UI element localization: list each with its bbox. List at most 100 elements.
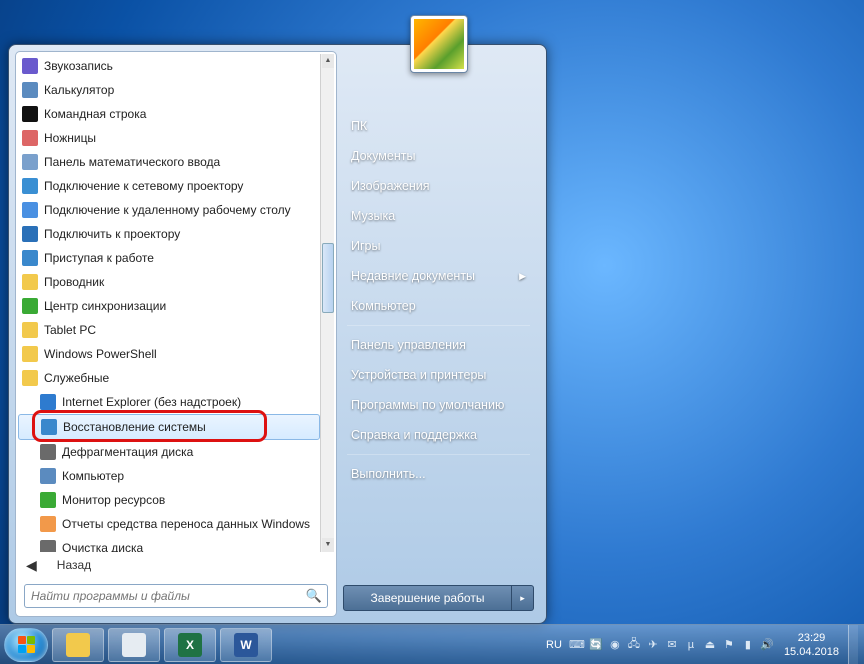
program-label: Панель математического ввода xyxy=(44,155,220,169)
right-panel-label: Музыка xyxy=(351,209,395,223)
program-icon xyxy=(40,540,56,552)
program-item[interactable]: Звукозапись xyxy=(18,54,320,78)
program-item[interactable]: Командная строка xyxy=(18,102,320,126)
program-icon xyxy=(41,419,57,435)
program-item[interactable]: Проводник xyxy=(18,270,320,294)
right-panel-item[interactable]: Документы xyxy=(337,141,540,171)
start-button[interactable] xyxy=(4,628,48,662)
taskbar-app-word[interactable]: W xyxy=(220,628,272,662)
word-icon: W xyxy=(234,633,258,657)
right-panel-item[interactable]: Недавние документы▶ xyxy=(337,261,540,291)
right-panel-label: Недавние документы xyxy=(351,269,475,283)
program-item[interactable]: Центр синхронизации xyxy=(18,294,320,318)
right-panel-label: Изображения xyxy=(351,179,430,193)
program-icon xyxy=(22,346,38,362)
scroll-down-arrow[interactable]: ▼ xyxy=(322,538,334,552)
program-item[interactable]: Подключить к проектору xyxy=(18,222,320,246)
program-item[interactable]: Восстановление системы xyxy=(18,414,320,440)
right-panel-label: Панель управления xyxy=(351,338,466,352)
back-button[interactable]: ◀ Назад xyxy=(18,552,334,578)
explorer-icon xyxy=(66,633,90,657)
shutdown-options-button[interactable]: ▸ xyxy=(512,585,534,611)
windows-logo-icon xyxy=(18,636,35,653)
shutdown-button[interactable]: Завершение работы xyxy=(343,585,512,611)
sync-icon[interactable]: 🔄 xyxy=(588,637,604,653)
program-item[interactable]: Служебные xyxy=(18,366,320,390)
language-indicator[interactable]: RU xyxy=(546,639,562,651)
program-item[interactable]: Очистка диска xyxy=(18,536,320,552)
show-desktop-button[interactable] xyxy=(848,625,858,664)
search-input[interactable] xyxy=(24,584,328,608)
program-label: Проводник xyxy=(44,275,104,289)
separator xyxy=(347,325,530,326)
taskbar-app-notepad[interactable] xyxy=(108,628,160,662)
separator xyxy=(347,454,530,455)
right-panel-item[interactable]: Изображения xyxy=(337,171,540,201)
program-icon xyxy=(22,58,38,74)
program-item[interactable]: Монитор ресурсов xyxy=(18,488,320,512)
scroll-thumb[interactable] xyxy=(322,243,334,313)
right-panel-label: Устройства и принтеры xyxy=(351,368,486,382)
right-panel-item[interactable]: ПК xyxy=(337,111,540,141)
volume-icon[interactable]: 🔊 xyxy=(759,637,775,653)
network-icon[interactable]: 🖧 xyxy=(626,637,642,653)
program-list-scrollbar[interactable]: ▲ ▼ xyxy=(320,54,334,552)
nvidia-icon[interactable]: ◉ xyxy=(607,637,623,653)
user-picture-frame[interactable] xyxy=(410,15,468,73)
start-menu: Звукозапись Калькулятор Командная строкаНо… xyxy=(8,44,547,624)
program-icon xyxy=(22,154,38,170)
program-item[interactable]: Tablet PC xyxy=(18,318,320,342)
program-item[interactable]: Подключение к удаленному рабочему столу xyxy=(18,198,320,222)
program-label: Дефрагментация диска xyxy=(62,445,193,459)
program-item[interactable]: Ножницы xyxy=(18,126,320,150)
program-label: Звукозапись xyxy=(44,59,113,73)
scroll-up-arrow[interactable]: ▲ xyxy=(322,54,334,68)
eject-icon[interactable]: ⏏ xyxy=(702,637,718,653)
program-item[interactable]: Отчеты средства переноса данных Windows xyxy=(18,512,320,536)
right-panel-item[interactable]: Справка и поддержка xyxy=(337,420,540,450)
program-item[interactable]: Подключение к сетевому проектору xyxy=(18,174,320,198)
taskbar-app-explorer[interactable] xyxy=(52,628,104,662)
program-item[interactable]: Панель математического ввода xyxy=(18,150,320,174)
program-item[interactable]: Компьютер xyxy=(18,464,320,488)
mail-icon[interactable]: ✉ xyxy=(664,637,680,653)
keyboard-icon[interactable]: ⌨ xyxy=(569,637,585,653)
action-center-icon[interactable]: ⚑ xyxy=(721,637,737,653)
user-picture xyxy=(414,19,464,69)
program-item[interactable]: Приступая к работе xyxy=(18,246,320,270)
program-item[interactable]: Дефрагментация диска xyxy=(18,440,320,464)
program-icon xyxy=(22,370,38,386)
right-panel-item[interactable]: Устройства и принтеры xyxy=(337,360,540,390)
right-panel-item[interactable]: Панель управления xyxy=(337,330,540,360)
wifi-icon[interactable]: ▮ xyxy=(740,637,756,653)
program-icon xyxy=(22,130,38,146)
program-icon xyxy=(22,226,38,242)
telegram-icon[interactable]: ✈ xyxy=(645,637,661,653)
notepad-icon xyxy=(122,633,146,657)
program-label: Монитор ресурсов xyxy=(62,493,165,507)
program-label: Восстановление системы xyxy=(63,420,206,434)
program-label: Компьютер xyxy=(62,469,124,483)
right-panel-item[interactable]: Компьютер xyxy=(337,291,540,321)
system-tray: RU ⌨ 🔄 ◉ 🖧 ✈ ✉ µ ⏏ ⚑ ▮ 🔊 23:29 15.04.201… xyxy=(542,625,860,664)
right-panel-label: Справка и поддержка xyxy=(351,428,477,442)
right-panel-label: Программы по умолчанию xyxy=(351,398,504,412)
program-icon xyxy=(22,202,38,218)
back-label: Назад xyxy=(57,558,91,572)
right-panel-item[interactable]: Игры xyxy=(337,231,540,261)
right-panel-label: Компьютер xyxy=(351,299,416,313)
program-label: Приступая к работе xyxy=(44,251,154,265)
right-panel-item[interactable]: Музыка xyxy=(337,201,540,231)
clock[interactable]: 23:29 15.04.2018 xyxy=(778,631,845,659)
program-item[interactable]: Internet Explorer (без надстроек) xyxy=(18,390,320,414)
right-panel-item[interactable]: Программы по умолчанию xyxy=(337,390,540,420)
right-panel-item[interactable]: Выполнить... xyxy=(337,459,540,489)
program-label: Калькулятор xyxy=(44,83,114,97)
clock-date: 15.04.2018 xyxy=(784,645,839,659)
program-item[interactable]: Калькулятор xyxy=(18,78,320,102)
program-label: Tablet PC xyxy=(44,323,96,337)
clock-time: 23:29 xyxy=(784,631,839,645)
program-item[interactable]: Windows PowerShell xyxy=(18,342,320,366)
utorrent-icon[interactable]: µ xyxy=(683,637,699,653)
taskbar-app-excel[interactable]: X xyxy=(164,628,216,662)
